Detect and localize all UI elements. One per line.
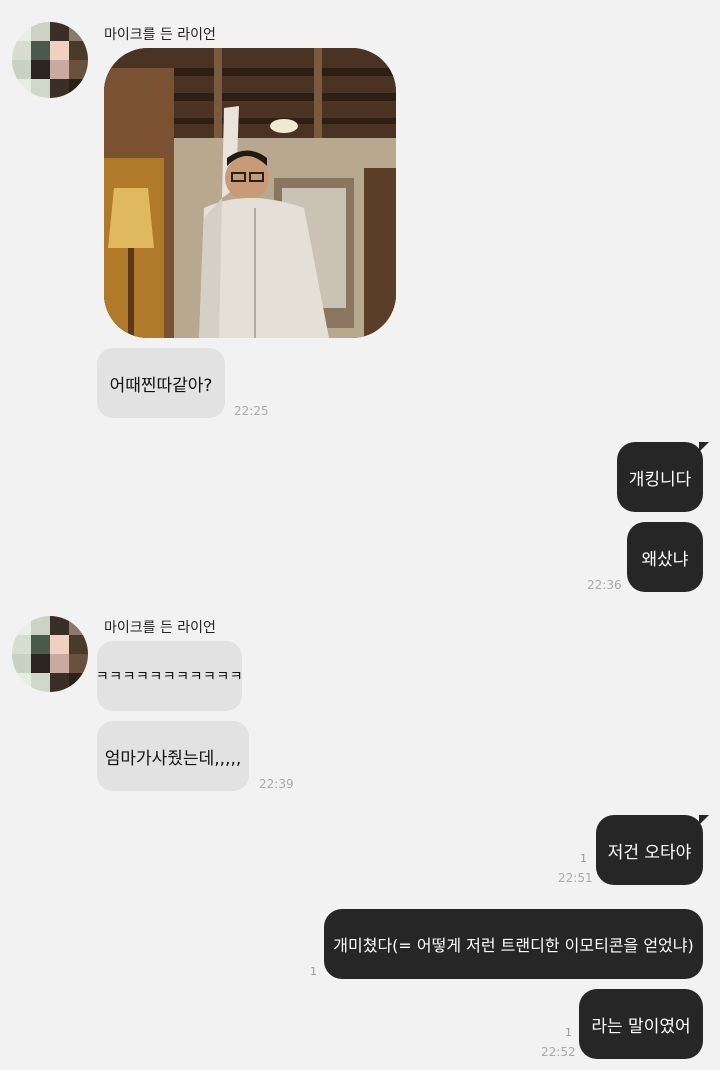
message-time: 22:39 (259, 777, 294, 791)
unread-count: 1 (310, 965, 317, 978)
message-bubble[interactable]: 라는 말이였어 (579, 989, 703, 1059)
message-bubble[interactable]: 엄마가사줬는데,,,,, (97, 721, 249, 791)
shared-photo[interactable] (104, 48, 396, 338)
message-time: 22:25 (234, 404, 269, 418)
bubble-tail (699, 815, 709, 825)
bubble-tail (699, 442, 709, 452)
message-bubble[interactable]: 왜샀냐 (627, 522, 703, 592)
sender-name: 마이크를 든 라이언 (104, 620, 216, 636)
avatar[interactable] (12, 22, 88, 98)
message-time: 22:52 (541, 1045, 576, 1059)
message-bubble[interactable]: 개킹니다 (617, 442, 709, 512)
message-bubble[interactable]: 어때찐따같아? (97, 348, 225, 418)
message-text: 저건 오타야 (607, 842, 692, 863)
message-bubble[interactable]: 개미쳤다(= 어떻게 저런 트랜디한 이모티콘을 얻었냐) (324, 909, 703, 979)
unread-count: 1 (580, 852, 587, 865)
avatar[interactable] (12, 616, 88, 692)
message-bubble[interactable]: 저건 오타야 (596, 815, 709, 885)
message-time: 22:36 (587, 578, 622, 592)
unread-count: 1 (565, 1026, 572, 1039)
message-text: 개킹니다 (628, 469, 692, 490)
sender-name: 마이크를 든 라이언 (104, 27, 216, 43)
message-time: 22:51 (558, 871, 593, 885)
photo-image (104, 48, 396, 338)
message-bubble[interactable]: ㅋㅋㅋㅋㅋㅋㅋㅋㅋㅋㅋ (96, 641, 243, 711)
